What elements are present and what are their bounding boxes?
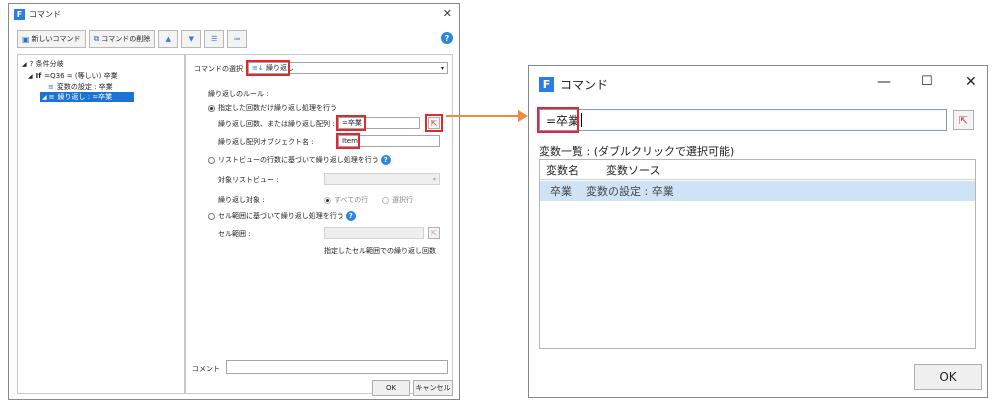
list-header: 変数名 変数ソース — [540, 160, 975, 180]
tree-item[interactable]: ◢ If =Q36 = (等しい) 卒業 — [28, 71, 118, 81]
tree-item-selected[interactable]: ◢ ≡ 繰り返し : =卒業 — [40, 92, 134, 102]
repeat-target-label: 繰り返し対象 : — [218, 196, 265, 204]
option-count-radio[interactable]: 指定した回数だけ繰り返し処理を行う — [208, 103, 337, 113]
radio-off-icon — [208, 156, 215, 164]
option-cellrange-radio[interactable]: セル範囲に基づいて繰り返し処理を行う? — [208, 211, 356, 221]
outdent-icon: ≔ — [233, 35, 241, 43]
target-listview-select[interactable]: ▾ — [324, 173, 440, 185]
variable-list-caption: 変数一覧 : (ダブルクリックで選択可能) — [539, 145, 735, 158]
chevron-down-icon: ▾ — [432, 175, 436, 183]
app-icon: F — [539, 76, 554, 92]
delete-command-button[interactable]: ⧉ コマンドの削除 — [88, 30, 156, 48]
variable-list: 変数名 変数ソース 卒業 変数の設定 : 卒業 — [539, 159, 976, 349]
collapse-icon: ◢ — [28, 72, 33, 80]
loop-icon: ≡ — [48, 93, 55, 101]
radio-on-icon — [324, 196, 331, 204]
count-label: 繰り返し回数、または繰り返し配列 : — [218, 120, 335, 128]
comment-input[interactable] — [226, 360, 448, 374]
arrow-down-icon: ▼ — [188, 35, 194, 43]
outdent-button[interactable]: ≔ — [227, 30, 248, 48]
help-icon[interactable]: ? — [441, 32, 453, 44]
selected-rows-radio[interactable]: 選択行 — [382, 195, 413, 205]
cell-range-input[interactable] — [324, 227, 424, 239]
option-listview-radio[interactable]: リストビューの行数に基づいて繰り返し処理を行う? — [208, 155, 391, 165]
radio-on-icon — [208, 104, 215, 112]
expression-input[interactable]: =卒業 — [539, 109, 947, 131]
comment-label: コメント — [192, 365, 220, 373]
highlight-box — [246, 60, 290, 76]
all-rows-radio[interactable]: すべての行 — [324, 195, 368, 205]
tree-item[interactable]: ≡ 変数の設定 : 卒業 — [48, 82, 113, 92]
tree-item[interactable]: ◢ ? 条件分岐 — [22, 59, 64, 69]
new-command-button[interactable]: ▣ 新しいコマンド — [17, 30, 86, 48]
ok-button[interactable]: OK — [372, 380, 410, 396]
highlight-box — [425, 114, 443, 132]
arrow-up-icon: ▲ — [165, 35, 171, 43]
window-title: コマンド — [29, 9, 61, 19]
indent-button[interactable]: ☰ — [204, 30, 225, 48]
command-settings-pane: コマンドの選択 : ≡↓ 繰り返し ▾ 繰り返しのルール : 指定した回数だけ繰… — [185, 54, 453, 394]
delete-command-icon: ⧉ — [93, 34, 100, 43]
cell-picker-button[interactable]: ⇱ — [428, 227, 440, 239]
collapse-icon: ◢ — [42, 93, 47, 101]
variable-set-icon: ≡ — [48, 83, 54, 91]
highlight-box — [336, 133, 360, 149]
list-item[interactable]: 卒業 変数の設定 : 卒業 — [540, 181, 975, 201]
close-icon[interactable]: ✕ — [965, 74, 977, 90]
picker-icon: ⇱ — [958, 113, 969, 127]
ok-button[interactable]: OK — [914, 364, 982, 390]
indent-icon: ☰ — [211, 35, 218, 43]
move-down-button[interactable]: ▼ — [181, 30, 202, 48]
maximize-icon[interactable]: ☐ — [921, 74, 933, 89]
minimize-icon[interactable]: — — [877, 74, 891, 90]
column-header-source[interactable]: 変数ソース — [606, 162, 660, 178]
new-command-icon: ▣ — [22, 34, 30, 44]
close-icon[interactable]: ✕ — [443, 7, 452, 20]
radio-off-icon — [208, 212, 215, 220]
help-icon[interactable]: ? — [380, 155, 391, 165]
command-dialog-small: F コマンド ✕ ▣ 新しいコマンド ⧉ コマンドの削除 ▲ ▼ ☰ ≔ ? ◢… — [8, 3, 460, 400]
highlight-box — [336, 115, 366, 131]
title-bar: F コマンド — [529, 66, 987, 102]
collapse-icon: ◢ — [22, 60, 27, 68]
rule-label: 繰り返しのルール : — [208, 90, 269, 98]
command-dialog-large: F コマンド — ☐ ✕ =卒業 ⇱ 変数一覧 : (ダブルクリックで選択可能)… — [528, 65, 988, 398]
highlight-box — [537, 107, 579, 133]
command-select-label: コマンドの選択 : — [194, 65, 248, 73]
target-listview-label: 対象リストビュー : — [218, 176, 279, 184]
help-icon[interactable]: ? — [345, 211, 356, 221]
window-title: コマンド — [560, 77, 609, 92]
array-obj-label: 繰り返し配列オブジェクト名 : — [218, 138, 314, 146]
variable-picker-button[interactable]: ⇱ — [953, 110, 974, 130]
text-cursor — [581, 113, 583, 127]
toolbar: ▣ 新しいコマンド ⧉ コマンドの削除 ▲ ▼ ☰ ≔ — [17, 30, 248, 48]
connector-arrow-line — [446, 115, 520, 117]
move-up-button[interactable]: ▲ — [158, 30, 179, 48]
cell-range-note: 指定したセル範囲での繰り返し回数 — [324, 247, 436, 255]
title-bar: F コマンド — [9, 4, 459, 24]
radio-off-icon — [382, 196, 389, 204]
picker-icon: ⇱ — [430, 228, 438, 238]
app-icon: F — [14, 8, 25, 20]
chevron-down-icon: ▾ — [440, 64, 444, 72]
cancel-button[interactable]: キャンセル — [413, 380, 453, 396]
cell-range-label: セル範囲 : — [218, 230, 251, 238]
connector-arrow-head — [518, 110, 528, 122]
column-header-name[interactable]: 変数名 — [546, 162, 579, 178]
command-tree: ◢ ? 条件分岐 ◢ If =Q36 = (等しい) 卒業 ≡ 変数の設定 : … — [17, 54, 185, 394]
